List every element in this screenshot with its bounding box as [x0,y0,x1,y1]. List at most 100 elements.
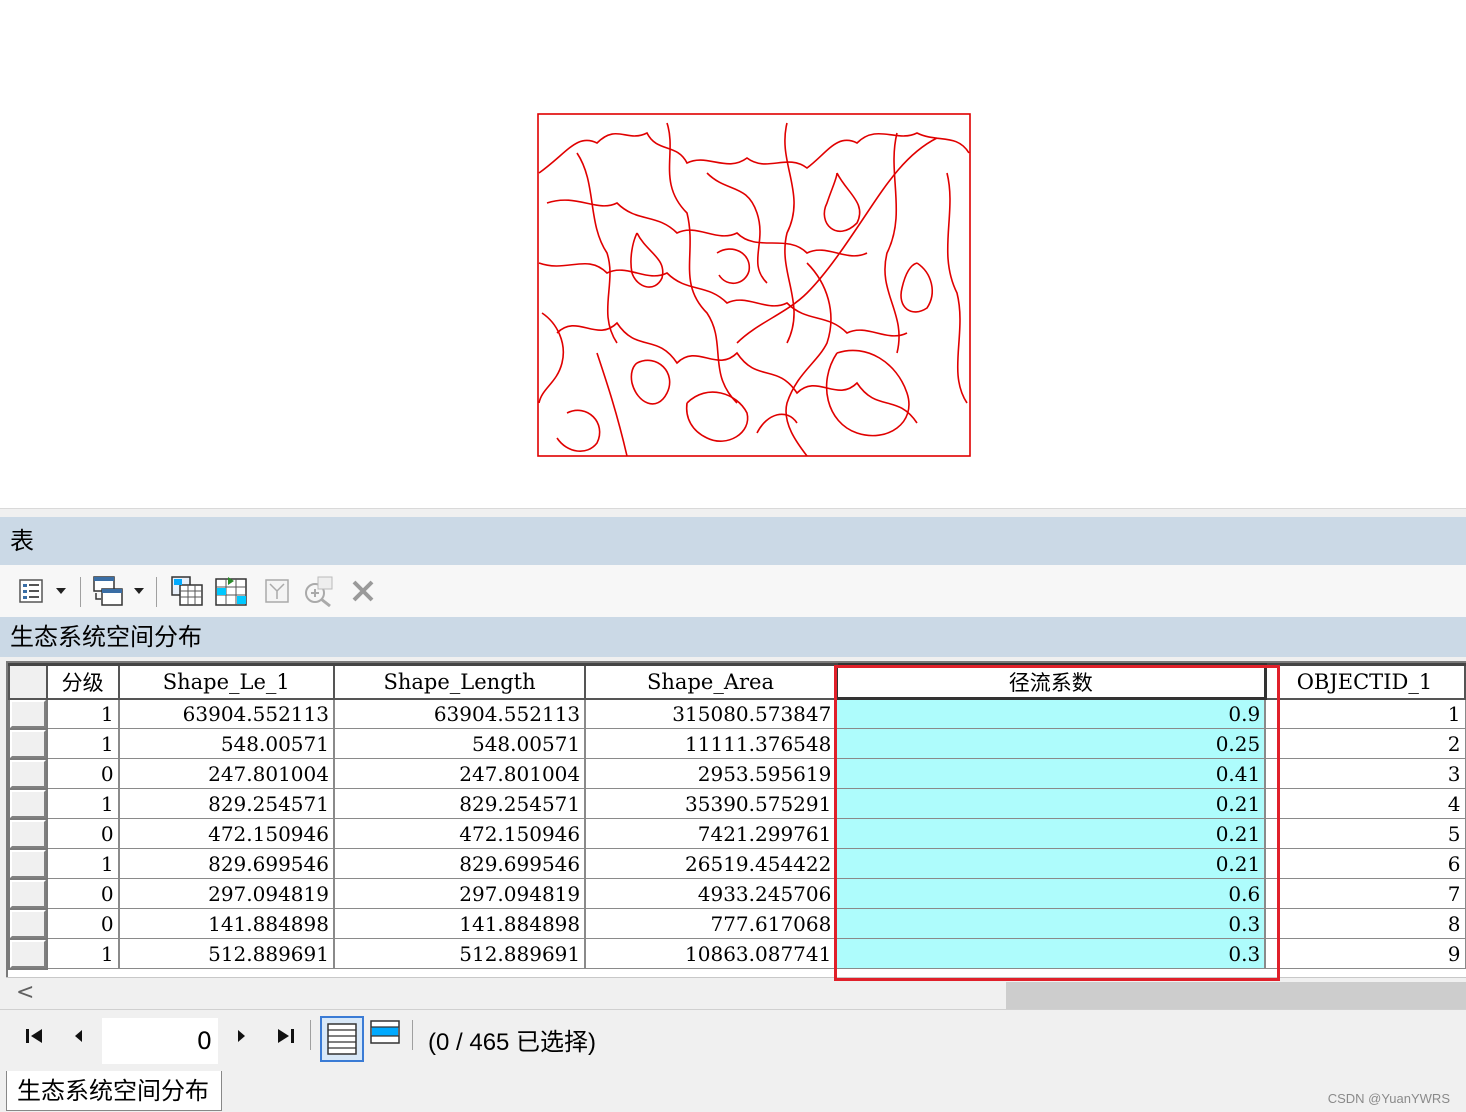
table-cell-fenji[interactable]: 0 [45,878,120,909]
table-cell-objectid[interactable]: 8 [1264,908,1466,939]
row-selector-button[interactable] [10,700,45,727]
row-selector-button[interactable] [10,820,45,847]
table-options-icon[interactable] [14,573,48,609]
table-cell-shape-le-1[interactable]: 63904.552113 [117,698,335,729]
table-cell-shape-length[interactable]: 141.884898 [332,908,586,939]
column-header-runoff-coefficient[interactable]: 径流系数 [834,663,1267,700]
row-selector-button[interactable] [10,940,45,967]
table-row[interactable]: 1 829.254571 829.254571 35390.575291 0.21 4 [8,787,1466,820]
table-cell-shape-area[interactable]: 35390.575291 [584,788,837,819]
show-all-records-icon[interactable] [320,1016,364,1062]
table-cell-shape-length[interactable]: 829.699546 [332,848,586,879]
table-cell-shape-area[interactable]: 315080.573847 [584,698,837,729]
table-cell-objectid[interactable]: 6 [1264,848,1466,879]
row-selector[interactable] [8,817,48,850]
table-cell-shape-length[interactable]: 247.801004 [332,758,586,789]
table-cell-coef[interactable]: 0.25 [835,728,1266,759]
row-selector-button[interactable] [10,850,45,877]
table-row[interactable]: 1 63904.552113 63904.552113 315080.573847 0.… [8,697,1466,730]
table-cell-fenji[interactable]: 1 [45,698,120,729]
table-cell-shape-length[interactable]: 829.254571 [332,788,586,819]
related-tables-icon[interactable] [90,573,128,609]
table-cell-shape-area[interactable]: 4933.245706 [584,878,837,909]
table-row[interactable]: 1 512.889691 512.889691 10863.087741 0.3 9 [8,937,1466,970]
clear-selection-icon[interactable] [262,573,292,609]
table-cell-coef[interactable]: 0.3 [835,938,1266,969]
table-row[interactable]: 0 472.150946 472.150946 7421.299761 0.21 5 [8,817,1466,850]
last-record-icon[interactable] [276,1026,296,1050]
table-cell-shape-length[interactable]: 512.889691 [332,938,586,969]
column-header-fenji[interactable]: 分级 [45,663,120,700]
scroll-left-arrow-icon[interactable]: < [16,980,34,1005]
table-tab-layer[interactable]: 生态系统空间分布 [6,1071,222,1111]
row-selector[interactable] [8,907,48,940]
row-selector-button[interactable] [10,910,45,937]
table-cell-shape-length[interactable]: 548.00571 [332,728,586,759]
table-cell-objectid[interactable]: 4 [1264,788,1466,819]
row-selector[interactable] [8,937,48,970]
column-header-objectid-1[interactable]: OBJECTID_1 [1264,663,1466,700]
table-cell-shape-le-1[interactable]: 512.889691 [117,938,335,969]
zoom-to-selected-icon[interactable] [300,573,336,609]
table-cell-shape-le-1[interactable]: 472.150946 [117,818,335,849]
table-cell-fenji[interactable]: 0 [45,818,120,849]
table-cell-fenji[interactable]: 1 [45,788,120,819]
table-cell-shape-le-1[interactable]: 141.884898 [117,908,335,939]
table-cell-shape-area[interactable]: 777.617068 [584,908,837,939]
table-cell-shape-length[interactable]: 297.094819 [332,878,586,909]
table-cell-shape-le-1[interactable]: 548.00571 [117,728,335,759]
dropdown-icon[interactable] [130,573,148,609]
table-cell-shape-area[interactable]: 11111.376548 [584,728,837,759]
table-cell-shape-le-1[interactable]: 297.094819 [117,878,335,909]
row-selector-button[interactable] [10,790,45,817]
column-header-shape-le-1[interactable]: Shape_Le_1 [117,663,335,700]
current-record-input[interactable]: 0 [102,1018,218,1064]
table-cell-shape-area[interactable]: 10863.087741 [584,938,837,969]
table-row[interactable]: 0 297.094819 297.094819 4933.245706 0.6 7 [8,877,1466,910]
table-cell-shape-le-1[interactable]: 829.254571 [117,788,335,819]
row-selector[interactable] [8,847,48,880]
table-row[interactable]: 1 829.699546 829.699546 26519.454422 0.21 6 [8,847,1466,880]
table-cell-shape-area[interactable]: 2953.595619 [584,758,837,789]
row-selector[interactable] [8,787,48,820]
row-selector[interactable] [8,697,48,730]
table-cell-objectid[interactable]: 5 [1264,818,1466,849]
table-cell-shape-length[interactable]: 63904.552113 [332,698,586,729]
row-selector-button[interactable] [10,880,45,907]
table-cell-shape-area[interactable]: 7421.299761 [584,818,837,849]
row-selector[interactable] [8,727,48,760]
table-cell-objectid[interactable]: 2 [1264,728,1466,759]
table-cell-fenji[interactable]: 0 [45,758,120,789]
dropdown-icon[interactable] [52,573,70,609]
table-row[interactable]: 0 247.801004 247.801004 2953.595619 0.41 3 [8,757,1466,790]
map-display[interactable] [0,0,1466,508]
select-by-attributes-icon[interactable] [168,573,206,609]
show-selected-records-icon[interactable] [368,1016,404,1056]
scrollbar-thumb[interactable] [1006,982,1466,1010]
previous-record-icon[interactable] [72,1026,84,1050]
switch-selection-icon[interactable] [212,573,250,609]
column-header-shape-length[interactable]: Shape_Length [332,663,587,700]
column-header-shape-area[interactable]: Shape_Area [584,663,838,700]
table-cell-coef[interactable]: 0.9 [835,698,1266,729]
next-record-icon[interactable] [236,1026,248,1050]
table-cell-coef[interactable]: 0.41 [835,758,1266,789]
table-cell-objectid[interactable]: 7 [1264,878,1466,909]
row-selector[interactable] [8,757,48,790]
table-cell-objectid[interactable]: 1 [1264,698,1466,729]
row-selector-header[interactable] [8,663,48,700]
table-cell-fenji[interactable]: 1 [45,848,120,879]
table-cell-shape-le-1[interactable]: 829.699546 [117,848,335,879]
horizontal-scrollbar[interactable]: < [6,977,1466,1010]
table-cell-objectid[interactable]: 9 [1264,938,1466,969]
delete-selected-icon[interactable] [346,573,380,609]
row-selector-button[interactable] [10,760,45,787]
table-cell-fenji[interactable]: 1 [45,728,120,759]
table-cell-coef[interactable]: 0.6 [835,878,1266,909]
table-cell-fenji[interactable]: 1 [45,938,120,969]
first-record-icon[interactable] [24,1026,44,1050]
table-cell-coef[interactable]: 0.21 [835,788,1266,819]
table-row[interactable]: 0 141.884898 141.884898 777.617068 0.3 8 [8,907,1466,940]
table-cell-objectid[interactable]: 3 [1264,758,1466,789]
table-cell-shape-length[interactable]: 472.150946 [332,818,586,849]
